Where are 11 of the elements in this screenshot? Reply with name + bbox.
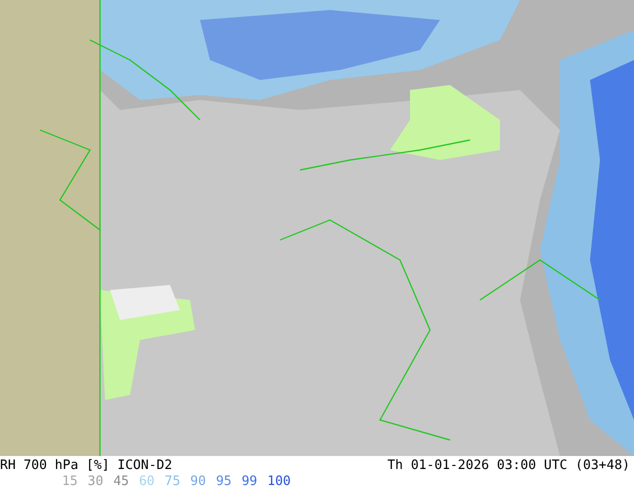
legend-value: 45 — [113, 474, 129, 489]
legend-value: 99 — [242, 474, 258, 489]
legend-value: 15 — [62, 474, 78, 489]
valid-time: Th 01-01-2026 03:00 UTC (03+48) — [387, 458, 630, 473]
legend-value: 60 — [138, 474, 155, 489]
legend-value: 100 — [267, 474, 291, 489]
legend-value: 90 — [190, 474, 206, 489]
legend-value: 30 — [88, 474, 104, 489]
legend-value: 75 — [164, 474, 180, 489]
legend-value: 95 — [216, 474, 232, 489]
map-title: RH 700 hPa [%] ICON-D2 — [0, 458, 172, 473]
